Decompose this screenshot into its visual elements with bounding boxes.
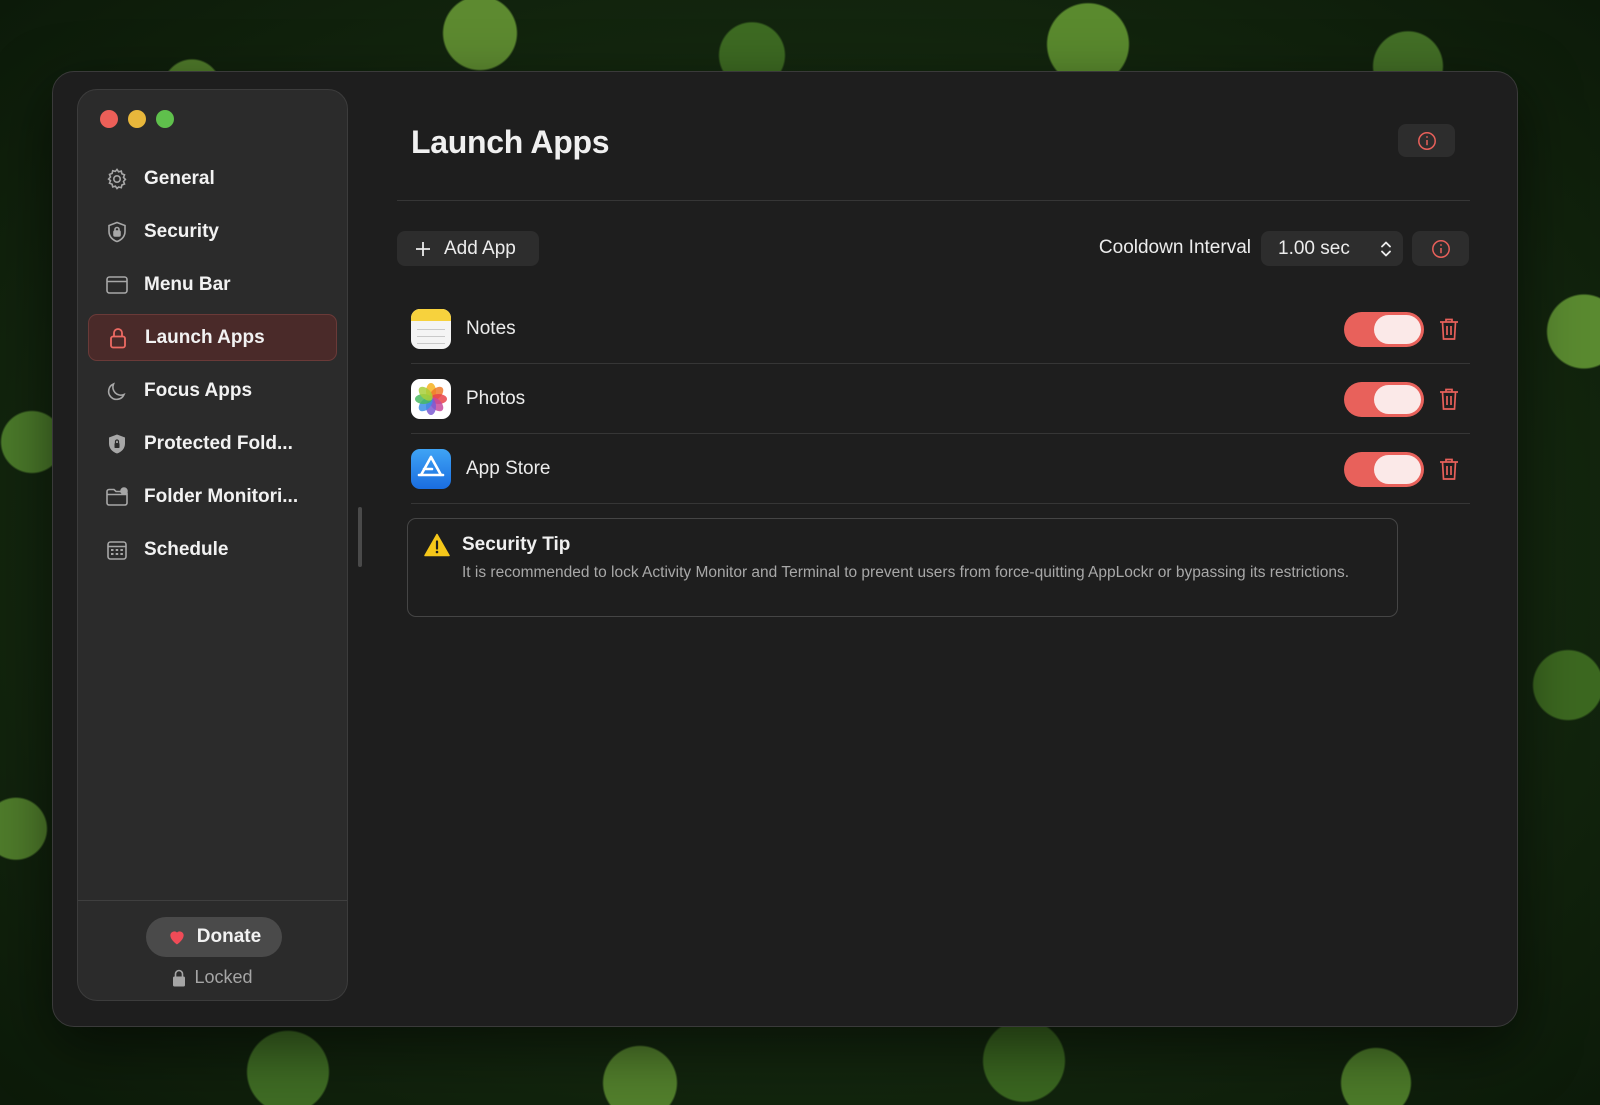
info-icon — [1417, 131, 1436, 150]
app-enabled-toggle[interactable] — [1344, 312, 1424, 347]
sidebar-item-launch-apps[interactable]: Launch Apps — [88, 314, 337, 361]
app-enabled-toggle[interactable] — [1344, 452, 1424, 487]
list-item: Notes — [411, 294, 1470, 364]
trash-icon — [1440, 318, 1458, 340]
sidebar-nav: General Security Menu Bar Launch Apps Fo… — [88, 155, 337, 579]
add-app-label: Add App — [444, 237, 516, 259]
delete-app-button[interactable] — [1438, 457, 1460, 486]
app-name: Notes — [466, 317, 516, 339]
heart-icon — [170, 931, 184, 945]
lock-status-label: Locked — [194, 967, 253, 987]
padlock-icon — [173, 969, 186, 986]
lock-icon — [105, 325, 131, 351]
cooldown-interval-select[interactable]: 1.00 sec — [1261, 231, 1403, 266]
sidebar-item-menu-bar[interactable]: Menu Bar — [88, 261, 337, 308]
sidebar-resize-handle[interactable] — [358, 507, 362, 567]
header-divider — [397, 200, 1470, 201]
cooldown-info-button[interactable] — [1412, 231, 1469, 266]
shield-lock-icon — [104, 431, 130, 457]
sidebar-item-general[interactable]: General — [88, 155, 337, 202]
app-name: App Store — [466, 457, 551, 479]
sidebar-item-label: Focus Apps — [144, 379, 253, 401]
window-icon — [104, 272, 130, 298]
donate-button[interactable]: Donate — [146, 917, 282, 957]
sidebar-item-label: Schedule — [144, 538, 229, 560]
info-icon — [1431, 239, 1450, 258]
list-item: Photos — [411, 364, 1470, 434]
cooldown-interval-value: 1.00 sec — [1278, 237, 1350, 259]
sidebar-item-label: Folder Monitori... — [144, 485, 299, 507]
moon-icon — [104, 378, 130, 404]
add-app-button[interactable]: Add App — [397, 231, 539, 266]
delete-app-button[interactable] — [1438, 317, 1460, 346]
lock-status: Locked — [78, 967, 347, 988]
folder-badge-icon — [104, 484, 130, 510]
sidebar-item-schedule[interactable]: Schedule — [88, 526, 337, 573]
sidebar-item-focus-apps[interactable]: Focus Apps — [88, 367, 337, 414]
page-title: Launch Apps — [411, 124, 610, 160]
warning-icon — [424, 533, 450, 557]
shield-icon — [104, 219, 130, 245]
launch-apps-list: Notes Photos App Store — [411, 294, 1470, 504]
header-info-button[interactable] — [1398, 124, 1455, 157]
gear-icon — [104, 166, 130, 192]
app-store-app-icon — [411, 448, 451, 489]
close-window-button[interactable] — [100, 110, 118, 128]
sidebar-item-label: General — [144, 167, 215, 189]
cooldown-interval-label: Cooldown Interval — [1098, 237, 1251, 258]
zoom-window-button[interactable] — [156, 110, 174, 128]
tip-title: Security Tip — [462, 534, 571, 555]
sidebar-item-label: Protected Fold... — [144, 432, 293, 454]
list-item: App Store — [411, 434, 1470, 504]
sidebar-item-label: Launch Apps — [145, 326, 265, 348]
sidebar-item-folder-monitoring[interactable]: Folder Monitori... — [88, 473, 337, 520]
stepper-chevrons-icon — [1381, 241, 1391, 256]
sidebar-item-protected-folders[interactable]: Protected Fold... — [88, 420, 337, 467]
tip-body: It is recommended to lock Activity Monit… — [462, 564, 1350, 581]
app-window: General Security Menu Bar Launch Apps Fo… — [52, 71, 1518, 1027]
delete-app-button[interactable] — [1438, 387, 1460, 416]
plus-icon — [416, 241, 430, 256]
sidebar-footer: Donate Locked — [78, 900, 347, 1000]
photos-app-icon — [411, 378, 451, 419]
calendar-icon — [104, 537, 130, 563]
app-enabled-toggle[interactable] — [1344, 382, 1424, 417]
trash-icon — [1440, 458, 1458, 480]
security-tip-card: Security Tip It is recommended to lock A… — [407, 518, 1398, 617]
sidebar: General Security Menu Bar Launch Apps Fo… — [77, 89, 348, 1001]
trash-icon — [1440, 388, 1458, 410]
sidebar-item-label: Menu Bar — [144, 273, 231, 295]
sidebar-item-label: Security — [144, 220, 219, 242]
notes-app-icon — [411, 308, 451, 349]
minimize-window-button[interactable] — [128, 110, 146, 128]
app-name: Photos — [466, 387, 526, 409]
sidebar-item-security[interactable]: Security — [88, 208, 337, 255]
donate-label: Donate — [196, 926, 262, 947]
window-controls — [100, 110, 174, 128]
